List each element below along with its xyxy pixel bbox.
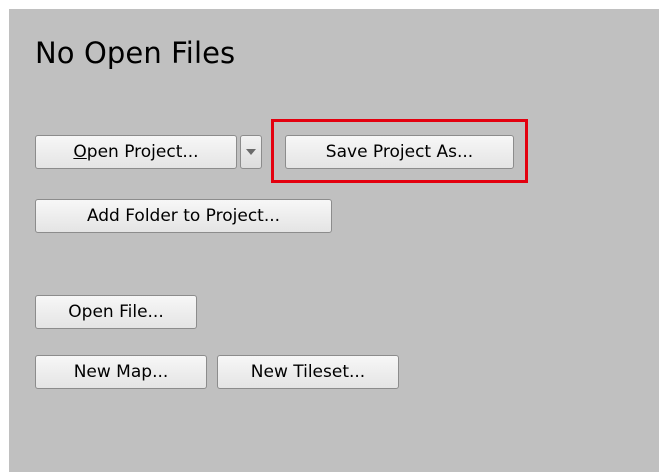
add-folder-to-project-button[interactable]: Add Folder to Project... (35, 199, 332, 233)
open-project-label: pen Project... (86, 142, 199, 162)
open-project-menu-button[interactable] (240, 135, 262, 169)
save-project-as-button[interactable]: Save Project As... (285, 135, 514, 169)
open-file-button[interactable]: Open File... (35, 295, 197, 329)
new-tileset-button[interactable]: New Tileset... (217, 355, 399, 389)
start-panel: No Open Files Open Project... Save Proje… (9, 9, 659, 472)
page-title: No Open Files (35, 36, 236, 70)
new-map-button[interactable]: New Map... (35, 355, 207, 389)
open-project-button[interactable]: Open Project... (35, 135, 237, 169)
open-project-mnemonic: O (73, 142, 87, 162)
chevron-down-icon (246, 149, 256, 155)
